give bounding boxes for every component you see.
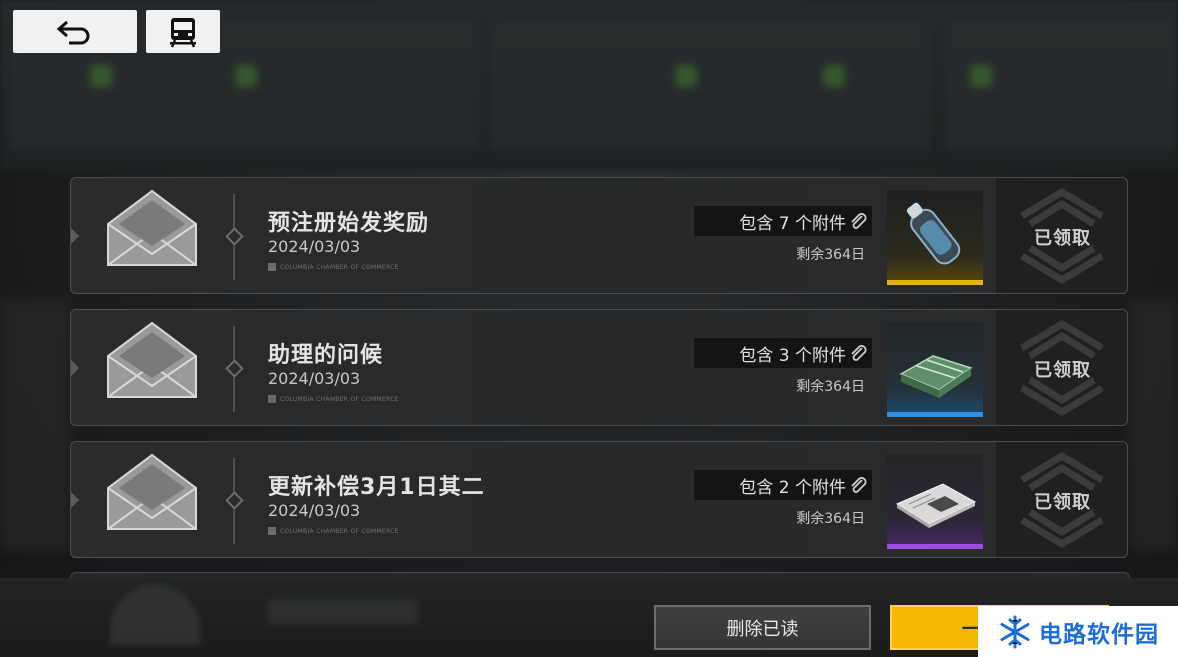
attachment-count-tag: 包含 7 个附件 [694, 206, 872, 236]
envelope-open-icon [107, 321, 197, 398]
flask-item-icon [906, 202, 961, 265]
watermark: 电路软件园 [978, 606, 1178, 657]
mail-title: 更新补偿3月1日其二 [268, 475, 485, 500]
claimed-label: 已领取 [1034, 359, 1091, 381]
background-indicator [823, 65, 845, 87]
attachment-item-thumbnail[interactable] [887, 322, 983, 417]
delete-read-button[interactable]: 删除已读 [654, 605, 871, 650]
mail-date: 2024/03/03 [268, 237, 361, 256]
sender-logo-icon [268, 395, 276, 403]
divider-diamond [225, 227, 244, 246]
train-button[interactable] [146, 10, 220, 53]
background-indicator [90, 65, 112, 87]
mail-item[interactable]: 预注册始发奖励 2024/03/03 COLUMBIA CHAMBER OF C… [70, 177, 1128, 294]
card-notch [71, 492, 79, 508]
claimed-label: 已领取 [1034, 227, 1091, 249]
sender-label: COLUMBIA CHAMBER OF COMMERCE [280, 395, 399, 403]
attachment-count-tag: 包含 3 个附件 [694, 338, 872, 368]
package-item-icon [899, 355, 973, 398]
watermark-text: 电路软件园 [1039, 621, 1159, 648]
rarity-bar [887, 412, 983, 417]
undo-arrow-icon [56, 20, 90, 44]
claimed-status: 已领取 [996, 442, 1127, 557]
background-indicator [675, 65, 697, 87]
train-icon [170, 17, 196, 47]
attachment-item-thumbnail[interactable] [887, 190, 983, 285]
rarity-bar [887, 544, 983, 549]
attachment-count-label: 包含 3 个附件 [739, 345, 846, 366]
remaining-days: 剩余364日 [796, 247, 865, 263]
divider-diamond [225, 491, 244, 510]
mail-sender: COLUMBIA CHAMBER OF COMMERCE [268, 263, 399, 271]
sender-logo-icon [268, 263, 276, 271]
background-indicator [970, 65, 992, 87]
mail-date: 2024/03/03 [268, 369, 361, 388]
attachment-count-tag: 包含 2 个附件 [694, 470, 872, 500]
remaining-days: 剩余364日 [796, 379, 865, 395]
rarity-bar [887, 280, 983, 285]
card-notch [71, 360, 79, 376]
paperclip-icon [851, 477, 867, 493]
claimed-status: 已领取 [996, 178, 1127, 293]
background-side-left [0, 300, 70, 550]
mail-sender: COLUMBIA CHAMBER OF COMMERCE [268, 527, 399, 535]
attachment-count-label: 包含 2 个附件 [739, 477, 846, 498]
background-side-right [1130, 300, 1178, 550]
claimed-status: 已领取 [996, 310, 1127, 425]
envelope-open-icon [107, 189, 197, 266]
background-panel [490, 20, 930, 150]
mail-sender: COLUMBIA CHAMBER OF COMMERCE [268, 395, 399, 403]
sender-label: COLUMBIA CHAMBER OF COMMERCE [280, 263, 399, 271]
sender-logo-icon [268, 527, 276, 535]
back-button[interactable] [13, 10, 137, 53]
mail-date: 2024/03/03 [268, 501, 361, 520]
mail-title: 预注册始发奖励 [268, 211, 430, 236]
mail-item[interactable]: 更新补偿3月1日其二 2024/03/03 COLUMBIA CHAMBER O… [70, 441, 1128, 558]
card-notch [71, 228, 79, 244]
paperclip-icon [851, 345, 867, 361]
envelope-open-icon [107, 453, 197, 530]
divider-diamond [225, 359, 244, 378]
attachment-count-label: 包含 7 个附件 [739, 213, 846, 234]
claimed-label: 已领取 [1034, 491, 1091, 513]
booklet-item-icon [895, 483, 977, 528]
sender-label: COLUMBIA CHAMBER OF COMMERCE [280, 527, 399, 535]
snowflake-logo-icon [1000, 615, 1030, 648]
attachment-item-thumbnail[interactable] [887, 454, 983, 549]
mail-item[interactable]: 助理的问候 2024/03/03 COLUMBIA CHAMBER OF COM… [70, 309, 1128, 426]
blurred-mail-title [268, 600, 418, 624]
background-indicator [235, 65, 257, 87]
mail-title: 助理的问候 [268, 343, 384, 368]
remaining-days: 剩余364日 [796, 511, 865, 527]
paperclip-icon [851, 213, 867, 229]
